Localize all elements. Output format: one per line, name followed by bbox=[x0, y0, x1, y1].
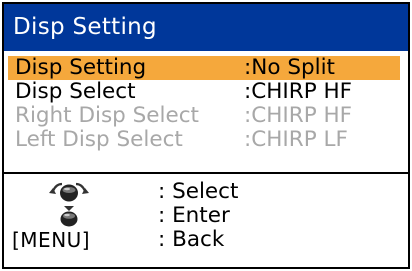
help-desc: : Select bbox=[158, 179, 239, 204]
help-row-enter: : Enter bbox=[4, 204, 408, 228]
settings-menu: Disp Setting :No Split Disp Select :CHIR… bbox=[4, 56, 408, 152]
menu-item-disp-select[interactable]: Disp Select :CHIRP HF bbox=[4, 80, 408, 104]
menu-item-label: Right Disp Select bbox=[15, 103, 199, 128]
menu-item-value: :No Split bbox=[244, 55, 335, 80]
help-key bbox=[12, 204, 122, 228]
help-key: [MENU] bbox=[12, 228, 122, 252]
knob-press-icon bbox=[47, 205, 91, 227]
menu-item-value: :CHIRP LF bbox=[244, 127, 348, 152]
help-row-back: [MENU] : Back bbox=[4, 227, 408, 253]
menu-item-right-disp-select: Right Disp Select :CHIRP HF bbox=[4, 104, 408, 128]
rotary-knob-icon bbox=[47, 181, 91, 203]
key-help: : Select : Enter [MENU] : Back bbox=[4, 180, 408, 253]
help-row-select: : Select bbox=[4, 180, 408, 204]
help-key bbox=[12, 180, 122, 204]
divider bbox=[4, 172, 408, 174]
menu-item-left-disp-select: Left Disp Select :CHIRP LF bbox=[4, 128, 408, 152]
menu-item-value: :CHIRP HF bbox=[244, 103, 353, 128]
menu-item-label: Disp Select bbox=[15, 79, 136, 104]
help-desc: : Enter bbox=[158, 203, 230, 228]
menu-item-label: Left Disp Select bbox=[15, 127, 183, 152]
help-desc: : Back bbox=[158, 227, 225, 252]
panel-title: Disp Setting bbox=[4, 4, 408, 51]
menu-item-label: Disp Setting bbox=[15, 55, 147, 80]
menu-item-disp-setting[interactable]: Disp Setting :No Split bbox=[8, 56, 400, 80]
menu-key-label: [MENU] bbox=[12, 228, 91, 252]
menu-item-value: :CHIRP HF bbox=[244, 79, 353, 104]
disp-setting-panel: Disp Setting Disp Setting :No Split Disp… bbox=[2, 2, 410, 269]
